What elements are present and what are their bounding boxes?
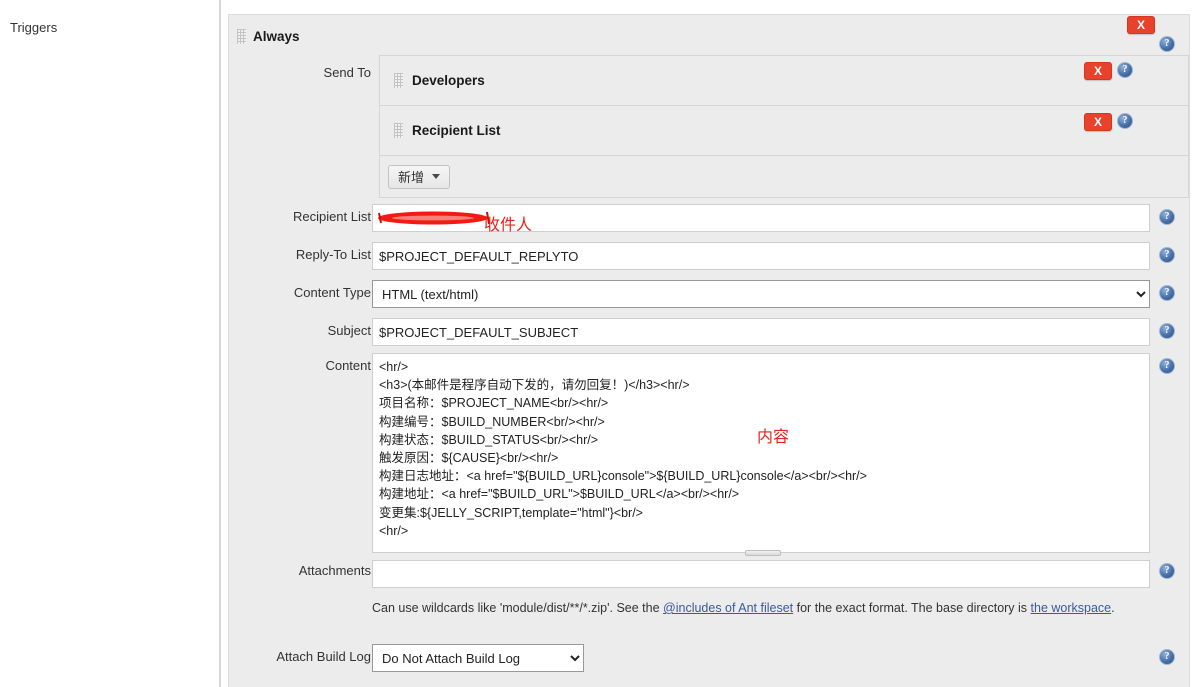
attachments-help-pre: Can use wildcards like 'module/dist/**/*…: [372, 601, 664, 615]
help-icon-trigger[interactable]: ?: [1159, 36, 1175, 52]
delete-send-to-recipient-list-button[interactable]: X: [1084, 113, 1112, 131]
chevron-down-icon: [432, 174, 441, 179]
annotation-recipient: 收件人: [484, 215, 533, 234]
trigger-title: Always: [253, 29, 300, 44]
trigger-header: Always: [237, 29, 300, 44]
reply-to-list-input[interactable]: [372, 242, 1150, 270]
send-to-actions: 新增: [380, 156, 1188, 197]
send-to-item-developers[interactable]: Developers: [380, 56, 1188, 106]
help-icon-content-type[interactable]: ?: [1159, 285, 1175, 301]
sidebar-item-triggers[interactable]: Triggers: [10, 20, 57, 35]
delete-trigger-button[interactable]: X: [1127, 16, 1155, 34]
label-attachments: Attachments: [298, 563, 371, 578]
delete-send-to-developers-button[interactable]: X: [1084, 62, 1112, 80]
help-icon-attachments[interactable]: ?: [1159, 563, 1175, 579]
attach-build-log-select[interactable]: Do Not Attach Build Log: [372, 644, 584, 672]
send-to-item-label: Recipient List: [412, 123, 501, 138]
help-icon-reply-to-list[interactable]: ?: [1159, 247, 1175, 263]
content-type-select[interactable]: HTML (text/html): [372, 280, 1150, 308]
send-to-panel: Developers Recipient List 新增: [379, 55, 1189, 198]
content-textarea[interactable]: [372, 353, 1150, 553]
add-send-to-label: 新增: [398, 170, 425, 185]
attachments-input[interactable]: [372, 560, 1150, 588]
help-icon-send-to-developers[interactable]: ?: [1117, 62, 1133, 78]
help-icon-attach-build-log[interactable]: ?: [1159, 649, 1175, 665]
help-icon-send-to-recipient-list[interactable]: ?: [1117, 113, 1133, 129]
label-content: Content: [325, 358, 371, 373]
attachments-help-end: .: [1111, 601, 1115, 615]
label-content-type: Content Type: [293, 285, 371, 300]
help-icon-subject[interactable]: ?: [1159, 323, 1175, 339]
ant-fileset-link[interactable]: @includes of Ant fileset: [663, 601, 793, 615]
label-reply-to-list: Reply-To List: [295, 247, 371, 262]
vertical-divider: [219, 0, 221, 687]
drag-handle-icon[interactable]: [394, 73, 403, 88]
add-send-to-button[interactable]: 新增: [388, 164, 451, 189]
content-resize-handle[interactable]: [745, 550, 781, 556]
drag-handle-icon[interactable]: [394, 123, 403, 138]
help-icon-recipient-list[interactable]: ?: [1159, 209, 1175, 225]
help-icon-content[interactable]: ?: [1159, 358, 1175, 374]
trigger-always-block: Always X ? Send To Developers Recipient …: [228, 14, 1190, 687]
send-to-item-label: Developers: [412, 73, 485, 88]
attachments-help-text: Can use wildcards like 'module/dist/**/*…: [372, 599, 1162, 617]
drag-handle-icon[interactable]: [237, 29, 246, 44]
attachments-help-mid: for the exact format. The base directory…: [793, 601, 1031, 615]
label-send-to: Send To: [323, 65, 371, 80]
label-subject: Subject: [327, 323, 371, 338]
label-attach-build-log: Attach Build Log: [276, 649, 371, 664]
workspace-link[interactable]: the workspace: [1031, 601, 1112, 615]
send-to-item-recipient-list[interactable]: Recipient List: [380, 106, 1188, 156]
label-recipient-list: Recipient List: [292, 209, 371, 224]
annotation-content: 内容: [757, 427, 790, 446]
page-root: Triggers Always X ? Send To Developers R…: [0, 0, 1199, 687]
left-nav-column: Triggers: [0, 0, 218, 687]
subject-input[interactable]: [372, 318, 1150, 346]
